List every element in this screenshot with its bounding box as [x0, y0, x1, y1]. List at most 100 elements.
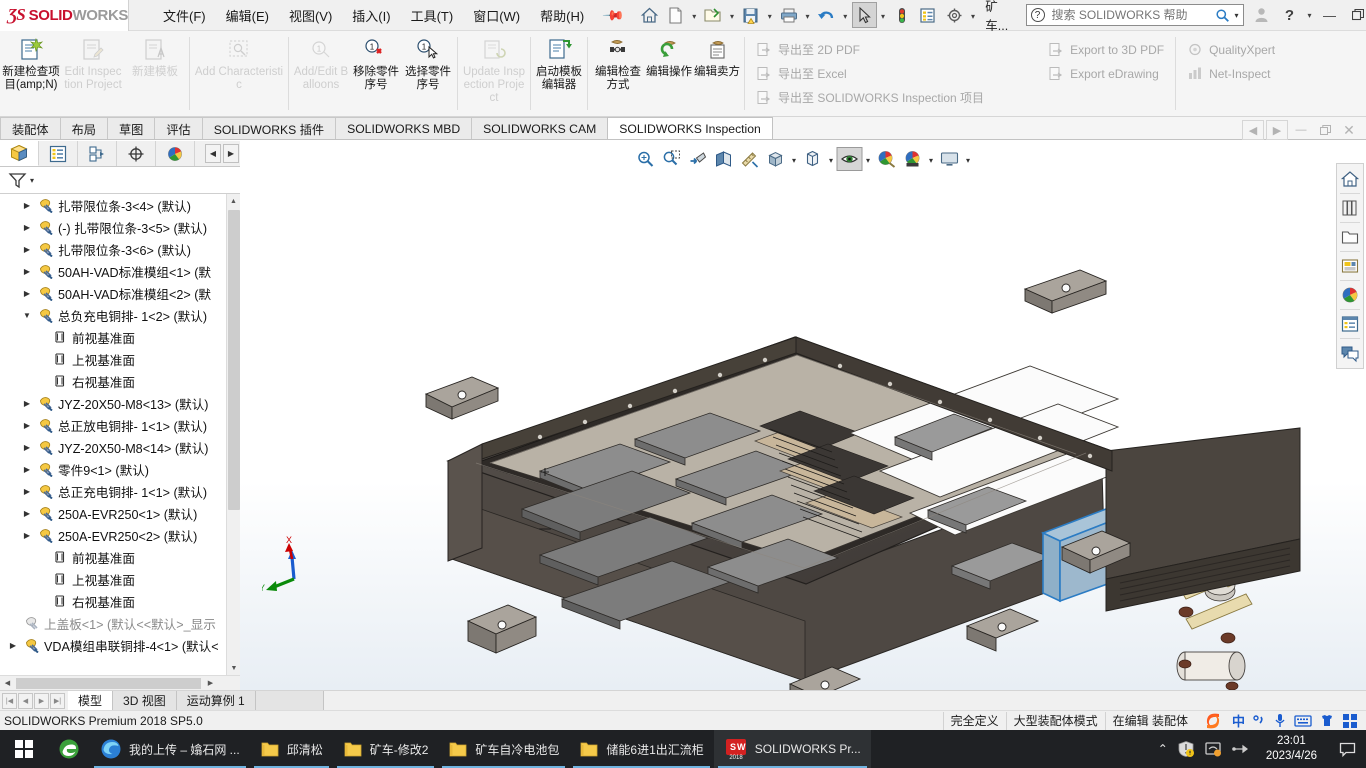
tree-twisty-collapsed-icon[interactable]: ▶	[20, 509, 34, 518]
zoom-to-fit-icon[interactable]	[633, 147, 659, 171]
tree-twisty-collapsed-icon[interactable]: ▶	[20, 201, 34, 210]
tree-node[interactable]: 右视基准面	[0, 370, 226, 392]
tab-addins[interactable]: SOLIDWORKS 插件	[202, 117, 336, 139]
tab-mbd[interactable]: SOLIDWORKS MBD	[335, 117, 472, 139]
tab-property-manager[interactable]	[39, 141, 78, 166]
hide-show-items-icon[interactable]	[837, 147, 863, 171]
tab-assembly[interactable]: 装配体	[0, 117, 61, 139]
new-document-caret[interactable]: ▾	[689, 2, 700, 28]
tree-node[interactable]: 前视基准面	[0, 546, 226, 568]
edit-inspection-project-button[interactable]: Edit Inspection Project	[62, 31, 124, 116]
zoom-to-area-icon[interactable]	[659, 147, 685, 171]
menu-help[interactable]: 帮助(H)	[531, 2, 593, 29]
menu-insert[interactable]: 插入(I)	[343, 2, 399, 29]
settings-gear-icon[interactable]	[942, 2, 967, 28]
view-orientation-icon[interactable]	[763, 147, 789, 171]
open-document-icon[interactable]	[701, 2, 726, 28]
select-cursor-caret[interactable]: ▾	[878, 2, 889, 28]
tree-node[interactable]: ▶250A-EVR250<1> (默认)	[0, 502, 226, 524]
qualityxpert-button[interactable]: QualityXpert	[1179, 38, 1283, 62]
tree-filter-bar[interactable]: ▾	[0, 167, 240, 194]
tree-node[interactable]: ▶扎带限位条-3<4> (默认)	[0, 194, 226, 216]
minimize-button[interactable]: —	[1316, 1, 1344, 29]
ime-punctuation-icon[interactable]	[1252, 713, 1266, 729]
tab-configuration-manager[interactable]	[78, 141, 117, 166]
menu-file[interactable]: 文件(F)	[154, 2, 215, 29]
doc-restore-button[interactable]	[1314, 120, 1336, 140]
tree-node[interactable]: 右视基准面	[0, 590, 226, 612]
add-edit-balloons-button[interactable]: 1 Add/Edit Balloons	[292, 31, 350, 116]
taskbar-folder-battery[interactable]: 矿车自冷电池包	[438, 730, 569, 768]
search-input[interactable]	[1050, 7, 1210, 23]
tab-feature-tree[interactable]	[0, 141, 39, 166]
add-characteristic-button[interactable]: Add Characteristic	[193, 31, 285, 116]
taskbar-solidworks[interactable]: SW2018 SOLIDWORKS Pr...	[714, 730, 871, 768]
tree-node[interactable]: ▶JYZ-20X50-M8<13> (默认)	[0, 392, 226, 414]
bottom-tab-model[interactable]: 模型	[68, 691, 113, 710]
tree-twisty-collapsed-icon[interactable]: ▶	[20, 223, 34, 232]
rail-appearances-icon[interactable]	[1338, 283, 1362, 307]
hscroll-thumb[interactable]	[16, 678, 201, 689]
tree-twisty-collapsed-icon[interactable]: ▶	[20, 289, 34, 298]
tab-inspection[interactable]: SOLIDWORKS Inspection	[607, 117, 773, 139]
menu-edit[interactable]: 编辑(E)	[217, 2, 278, 29]
taskbar-folder-busbar[interactable]: 储能6进1出汇流柜	[569, 730, 713, 768]
apply-scene-caret[interactable]: ▾	[926, 147, 937, 171]
select-cursor-icon[interactable]	[852, 2, 877, 28]
settings-caret[interactable]: ▾	[968, 2, 979, 28]
select-balloons-button[interactable]: 1 选择零件序号	[402, 31, 454, 116]
hscroll-right-arrow[interactable]: ▶	[203, 679, 218, 687]
tab-dimxpert-manager[interactable]	[117, 141, 156, 166]
show-hidden-icons-chevron[interactable]: ⌃	[1158, 742, 1168, 756]
menu-view[interactable]: 视图(V)	[280, 2, 341, 29]
undo-caret[interactable]: ▾	[840, 2, 851, 28]
vscroll-thumb[interactable]	[228, 210, 240, 510]
bottom-tab-3d-views[interactable]: 3D 视图	[113, 691, 177, 710]
section-view-icon[interactable]	[711, 147, 737, 171]
search-icon[interactable]	[1215, 8, 1230, 23]
sogou-logo-icon[interactable]	[1201, 711, 1225, 731]
tree-node[interactable]: ▶250A-EVR250<2> (默认)	[0, 524, 226, 546]
options-list-icon[interactable]	[915, 2, 940, 28]
tree-node[interactable]: ▶VDA模组串联铜排-4<1> (默认<	[0, 634, 226, 656]
vscroll-up-arrow[interactable]: ▲	[227, 194, 240, 208]
search-box[interactable]: ? ▾	[1026, 4, 1244, 26]
view-settings-icon[interactable]	[937, 147, 963, 171]
taskbar-folder-kuangche[interactable]: 矿车-修改2	[333, 730, 439, 768]
ime-chinese-icon[interactable]: 中	[1232, 711, 1245, 730]
tree-node[interactable]: ▶50AH-VAD标准模组<1> (默	[0, 260, 226, 282]
search-caret[interactable]: ▾	[1235, 11, 1239, 20]
rail-view-palette-icon[interactable]	[1338, 254, 1362, 278]
feature-tree-hscrollbar[interactable]: ◀ ▶	[0, 675, 240, 690]
tab-sketch[interactable]: 草图	[107, 117, 155, 139]
tab-display-manager[interactable]	[156, 141, 195, 166]
tree-node[interactable]: 上视基准面	[0, 568, 226, 590]
edit-inspection-method-button[interactable]: 编辑检查方式	[591, 31, 645, 116]
print-icon[interactable]	[776, 2, 801, 28]
tools-icon[interactable]	[1342, 713, 1358, 729]
doc-minimize-button[interactable]: —	[1290, 120, 1312, 140]
help-caret[interactable]: ▾	[1304, 1, 1316, 29]
taskbar-edge-browser[interactable]: 我的上传 – 嬆石网 ...	[90, 730, 250, 768]
doc-close-button[interactable]: ✕	[1338, 120, 1360, 140]
save-caret[interactable]: ▾	[764, 2, 775, 28]
rail-design-library-icon[interactable]	[1338, 196, 1362, 220]
undo-icon[interactable]	[814, 2, 839, 28]
menu-window[interactable]: 窗口(W)	[464, 2, 529, 29]
rail-solidworks-forum-icon[interactable]	[1338, 341, 1362, 365]
new-inspection-project-button[interactable]: 新建检查项目(amp;N)	[0, 31, 62, 116]
measure-icon[interactable]	[737, 147, 763, 171]
tree-twisty-collapsed-icon[interactable]: ▶	[20, 245, 34, 254]
new-template-button[interactable]: 新建模板	[124, 31, 186, 116]
open-document-caret[interactable]: ▾	[727, 2, 738, 28]
net-inspect-button[interactable]: Net-Inspect	[1179, 62, 1283, 86]
display-style-caret[interactable]: ▾	[826, 147, 837, 171]
tab-nav-next[interactable]: ▶	[34, 693, 49, 709]
apply-scene-icon[interactable]	[900, 147, 926, 171]
tab-layout[interactable]: 布局	[60, 117, 108, 139]
skin-icon[interactable]	[1319, 713, 1335, 729]
tree-twisty-collapsed-icon[interactable]: ▶	[20, 465, 34, 474]
tree-twisty-collapsed-icon[interactable]: ▶	[6, 641, 20, 650]
tab-cam[interactable]: SOLIDWORKS CAM	[471, 117, 608, 139]
print-caret[interactable]: ▾	[802, 2, 813, 28]
